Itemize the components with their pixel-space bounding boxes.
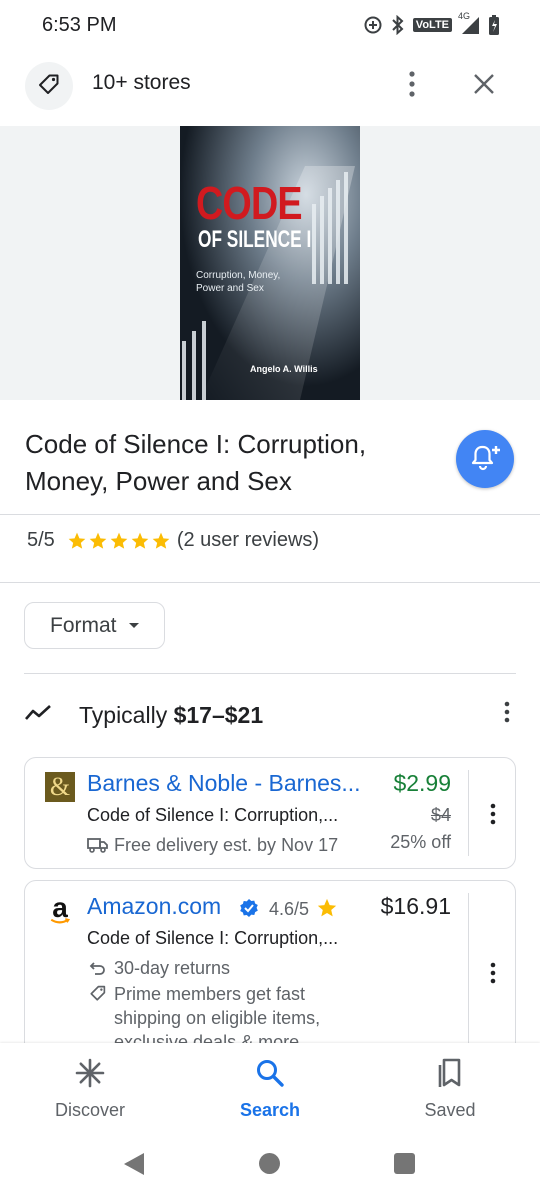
product-title: Code of Silence I: Corruption, Money, Po… (25, 429, 367, 496)
saved-bookmarks-icon (434, 1057, 466, 1094)
stores-count-label[interactable]: 10+ stores (92, 71, 191, 95)
store-more-button[interactable] (483, 803, 503, 825)
card-divider (468, 770, 469, 856)
cover-subtitle-line2: Power and Sex (196, 283, 264, 294)
card-divider (468, 893, 469, 1067)
delivery-truck-icon (87, 835, 109, 853)
price-tag-button[interactable] (25, 62, 73, 110)
store-name[interactable]: Barnes & Noble - Barnes... (87, 770, 361, 797)
returns-info: 30-day returns (87, 958, 230, 979)
nav-search-label: Search (239, 1100, 301, 1120)
add-alert-icon (470, 442, 500, 477)
volte-label: VoLTE (412, 18, 452, 32)
cover-title-code: CODE (196, 177, 303, 229)
delivery-info: Free delivery est. by Nov 17 (87, 835, 338, 856)
barnes-noble-logo: & (45, 772, 75, 802)
rating-row[interactable]: 5/5 (2 user reviews) (27, 529, 319, 552)
status-icons: VoLTE 4G (363, 11, 500, 36)
back-icon[interactable] (122, 1152, 146, 1181)
divider (0, 582, 540, 583)
network-type-label: 4G (458, 11, 471, 21)
product-image-area: CODE OF SILENCE I Corruption, Money, Pow… (0, 126, 540, 400)
reviews-link[interactable]: (2 user reviews) (177, 529, 319, 552)
typical-price-row: Typically $17–$21 (24, 697, 516, 733)
close-icon (473, 73, 495, 100)
cover-author: Angelo A. Willis (250, 364, 318, 374)
nav-discover[interactable]: Discover (0, 1043, 180, 1135)
status-bar: 6:53 PM VoLTE 4G (0, 0, 540, 50)
promo-tag-icon (87, 982, 109, 1002)
recents-icon[interactable] (394, 1153, 415, 1174)
store-name[interactable]: Amazon.com (87, 893, 221, 920)
divider (24, 673, 516, 674)
star-icon (68, 532, 86, 549)
item-name: Code of Silence I: Corruption,... (87, 805, 339, 825)
bottom-navigation: Discover Search Saved (0, 1043, 540, 1135)
battery-icon (488, 14, 500, 36)
nav-saved-label: Saved (424, 1100, 476, 1120)
star-icon (89, 532, 107, 549)
nav-search[interactable]: Search (180, 1043, 360, 1135)
dropdown-caret-icon (128, 623, 139, 628)
rating-stars (67, 531, 171, 551)
top-app-bar: 10+ stores (0, 56, 540, 118)
signal-icon: 4G (458, 11, 480, 35)
book-cover-image[interactable]: CODE OF SILENCE I Corruption, Money, Pow… (180, 126, 360, 400)
seller-rating: 4.6/5 (269, 899, 310, 919)
delivery-text: Free delivery est. by Nov 17 (114, 835, 339, 855)
system-navigation-bar (0, 1135, 540, 1200)
amazon-logo: a (50, 892, 71, 924)
volte-badge: VoLTE (412, 18, 452, 32)
item-name: Code of Silence I: Corruption,... (87, 928, 339, 948)
sale-price: $2.99 (393, 770, 451, 796)
home-icon[interactable] (259, 1153, 280, 1174)
status-time: 6:53 PM (42, 13, 117, 36)
nav-saved[interactable]: Saved (360, 1043, 540, 1135)
trusted-store-badge-icon (239, 898, 259, 923)
typical-range: $17–$21 (173, 701, 264, 728)
cover-subtitle-line1: Corruption, Money, (196, 270, 281, 281)
store-card-barnes-noble[interactable]: & Barnes & Noble - Barnes... Code of Sil… (24, 757, 516, 869)
more-options-button[interactable] (398, 68, 426, 104)
seller-rating-star-icon (316, 897, 338, 924)
trend-icon (24, 703, 52, 728)
star-icon (131, 532, 149, 549)
more-vert-icon (409, 70, 415, 102)
star-icon (152, 532, 170, 549)
nav-discover-label: Discover (54, 1100, 125, 1120)
star-icon (110, 532, 128, 549)
data-saver-icon (363, 15, 383, 35)
original-price: $4 (430, 805, 451, 825)
return-arrow-icon (87, 958, 109, 976)
bluetooth-icon (391, 15, 405, 35)
divider (0, 514, 540, 515)
promo-line: Prime members get fast (114, 984, 306, 1004)
cover-title-silence: OF SILENCE I (198, 226, 312, 253)
search-icon (254, 1057, 286, 1094)
discover-icon (74, 1057, 106, 1094)
typical-prefix: Typically (79, 701, 174, 728)
discount-label: 25% off (390, 832, 451, 852)
price-insights-more-button[interactable] (504, 701, 510, 728)
price-alert-button[interactable] (456, 430, 514, 488)
price: $16.91 (380, 893, 451, 919)
store-more-button[interactable] (483, 962, 503, 984)
price-tag-icon (37, 72, 61, 101)
typical-price-text: Typically $17–$21 (79, 702, 263, 729)
format-filter-chip[interactable]: Format (24, 602, 165, 649)
rating-value: 5/5 (27, 529, 55, 551)
format-label: Format (50, 613, 117, 637)
returns-text: 30-day returns (114, 958, 231, 978)
promo-line: shipping on eligible items, (114, 1008, 321, 1028)
close-button[interactable] (466, 68, 502, 104)
